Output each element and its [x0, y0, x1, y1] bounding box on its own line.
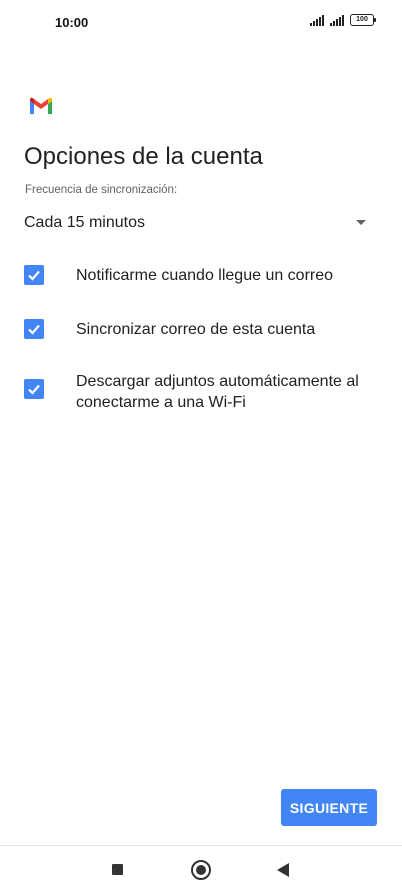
recents-square-icon[interactable] [112, 864, 123, 875]
option-download-attachments[interactable]: Descargar adjuntos automáticamente al co… [24, 371, 374, 415]
checkmark-icon [28, 324, 40, 335]
dropdown-arrow-icon [356, 220, 366, 225]
status-time: 10:00 [55, 15, 89, 30]
back-triangle-icon[interactable] [277, 863, 289, 877]
option-notify[interactable]: Notificarme cuando llegue un correo [24, 265, 374, 289]
gmail-logo-icon [30, 97, 52, 114]
battery-icon: 100 [350, 14, 376, 26]
signal-icon-2 [330, 14, 344, 26]
checkmark-icon [28, 384, 40, 395]
navigation-bar [0, 846, 402, 893]
page-title: Opciones de la cuenta [24, 143, 263, 170]
status-bar: 10:00 100 [0, 0, 402, 44]
option-sync[interactable]: Sincronizar correo de esta cuenta [24, 319, 374, 343]
notify-label: Notificarme cuando llegue un correo [76, 267, 334, 284]
checkmark-icon [28, 270, 40, 281]
sync-frequency-label: Frecuencia de sincronización: [25, 184, 178, 196]
next-button[interactable]: SIGUIENTE [281, 789, 377, 826]
sync-frequency-select[interactable]: Cada 15 minutos [24, 208, 370, 238]
notify-checkbox[interactable] [24, 265, 44, 285]
home-circle-icon[interactable] [191, 860, 211, 880]
sync-label: Sincronizar correo de esta cuenta [76, 321, 316, 338]
signal-icon [310, 14, 324, 26]
download-attachments-checkbox[interactable] [24, 379, 44, 399]
sync-frequency-value: Cada 15 minutos [24, 214, 145, 231]
download-attachments-label: Descargar adjuntos automáticamente al co… [76, 373, 359, 411]
sync-checkbox[interactable] [24, 319, 44, 339]
status-icons: 100 [310, 14, 376, 26]
